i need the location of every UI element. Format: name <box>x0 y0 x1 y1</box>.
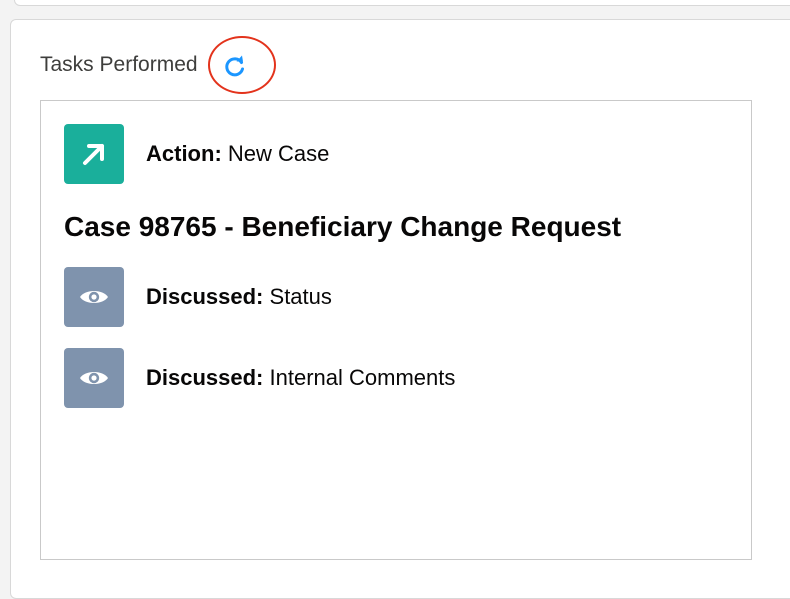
task-item-action: Action: New Case <box>64 124 329 184</box>
task-value: Internal Comments <box>269 365 456 390</box>
arrow-up-right-icon <box>64 124 124 184</box>
case-heading: Case 98765 - Beneficiary Change Request <box>64 211 622 242</box>
task-item-discussed-comments: Discussed: Internal Comments <box>64 348 455 408</box>
task-label: Discussed: <box>146 365 264 390</box>
task-text: Discussed: Internal Comments <box>146 365 455 391</box>
card-title: Tasks Performed <box>40 53 198 76</box>
task-label: Action: <box>146 141 222 166</box>
task-text: Discussed: Status <box>146 284 332 310</box>
refresh-button[interactable] <box>221 52 249 80</box>
previous-card-edge <box>14 0 790 6</box>
task-value: New Case <box>227 141 330 166</box>
task-value: Status <box>269 284 332 309</box>
task-label: Discussed: <box>146 284 264 309</box>
task-item-discussed-status: Discussed: Status <box>64 267 332 327</box>
refresh-icon <box>225 55 244 77</box>
task-text: Action: New Case <box>146 141 329 167</box>
eye-icon <box>64 348 124 408</box>
eye-icon <box>64 267 124 327</box>
